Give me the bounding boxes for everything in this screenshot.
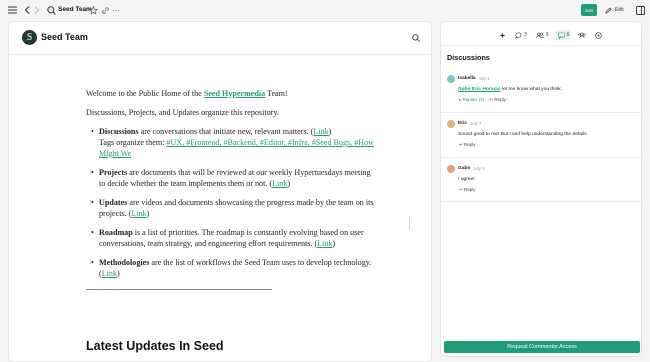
resize-handle[interactable] — [409, 216, 410, 230]
feed-button[interactable] — [593, 30, 604, 40]
search-icon[interactable] — [45, 4, 57, 16]
comment-divider — [441, 157, 641, 158]
subtitle-paragraph: Discussions, Projects, and Updates organ… — [86, 108, 279, 117]
group-icon — [578, 32, 587, 38]
reply-icon: ↩ — [489, 97, 494, 102]
comment-item: Eric July 7 Sound good to me! But I sed … — [447, 119, 637, 148]
intro-paragraph: Welcome to the Public Home of the Seed H… — [86, 89, 288, 98]
methodologies-link[interactable]: Link — [102, 269, 117, 278]
avatar[interactable] — [447, 119, 455, 128]
comment-author[interactable]: Eric — [458, 121, 467, 126]
discussions-stat[interactable]: 6 — [555, 30, 572, 40]
comment-body: Sound good to me! But I sed help underst… — [458, 132, 588, 137]
document-body: Welcome to the Public Home of the Seed H… — [86, 88, 376, 352]
chat-bubbles-icon — [595, 31, 602, 39]
comment-author[interactable]: Isabella — [458, 76, 476, 81]
reply-icon: ↩ — [459, 187, 463, 192]
comment-author[interactable]: Gabo — [458, 166, 470, 171]
comments-stat[interactable]: 3 — [513, 30, 529, 40]
comment-date: July 7 — [470, 121, 482, 126]
list-item-projects: Projects are documents that will be revi… — [91, 167, 376, 189]
comment-date: July 9 — [473, 166, 485, 171]
comment-body: Gabo Eric Horacio let me know what you t… — [458, 87, 563, 92]
panel-toggle-icon[interactable] — [634, 4, 646, 16]
projects-link[interactable]: Link — [272, 179, 287, 188]
header-divider — [9, 54, 431, 55]
reply-button[interactable]: ↩ Reply — [459, 187, 476, 193]
avatar[interactable] — [447, 164, 455, 173]
site-logo[interactable]: S — [22, 30, 37, 45]
pencil-icon — [605, 6, 612, 14]
sparkle-icon — [499, 31, 506, 39]
list-item-roadmap: Roadmap is a list of priorities. The roa… — [91, 227, 376, 249]
top-bar: Seed Team ··· Join Edit — [0, 0, 650, 20]
comment-item: Gabo July 9 I agree! ↩ Reply — [447, 164, 637, 193]
list-item-updates: Updates are videos and documents showcas… — [91, 197, 376, 219]
search-icon[interactable] — [412, 34, 420, 42]
site-name[interactable]: Seed Team — [41, 32, 88, 42]
section-list: Discussions are conversations that initi… — [91, 126, 376, 279]
request-commentor-access-button[interactable]: Request Commentor Access — [444, 341, 640, 353]
seed-hypermedia-link[interactable]: Seed Hypermedia — [204, 89, 265, 98]
star-icon[interactable] — [87, 4, 99, 16]
comment-icon — [515, 32, 522, 39]
reply-icon: ↩ — [459, 142, 463, 147]
sparkle-button[interactable] — [497, 30, 508, 40]
discussions-link[interactable]: Link — [313, 127, 328, 136]
discussion-icon — [557, 32, 565, 39]
discussions-title: Discussions — [447, 53, 490, 62]
reply-button[interactable]: ↩ Reply — [459, 142, 476, 148]
latest-updates-heading: Latest Updates In Seed — [86, 339, 224, 353]
panel-toolbar: 3 9 6 — [497, 29, 609, 41]
join-button[interactable]: Join — [581, 4, 597, 16]
users-icon — [535, 32, 544, 38]
comment-item: Isabella July 1 Gabo Eric Horacio let me… — [447, 74, 637, 103]
comment-date: July 1 — [478, 76, 490, 81]
forward-arrow-icon[interactable] — [31, 4, 43, 16]
people-button[interactable] — [576, 30, 588, 40]
discussions-panel: 3 9 6 Discussions Isabella July 1 Gabo E… — [440, 21, 642, 357]
reply-button[interactable]: ↩ Reply — [489, 97, 506, 103]
roadmap-link[interactable]: Link — [317, 239, 332, 248]
comment-body: I agree! — [458, 177, 475, 182]
mention-link[interactable]: Gabo Eric Horacio — [458, 87, 501, 92]
list-item-methodologies: Methodologies are the list of workflows … — [91, 257, 376, 279]
updates-link[interactable]: Link — [131, 209, 146, 218]
comment-divider — [441, 201, 641, 202]
edit-label: Edit — [615, 7, 624, 13]
panel-divider — [441, 45, 641, 46]
list-item-discussions: Discussions are conversations that initi… — [91, 126, 376, 159]
main-document-panel: S Seed Team Welcome to the Public Home o… — [8, 21, 432, 362]
section-divider — [86, 289, 272, 290]
edit-button[interactable]: Edit — [605, 4, 624, 16]
replies-toggle[interactable]: ▸ Replies (2) — [459, 97, 484, 103]
more-options-icon[interactable]: ··· — [110, 4, 122, 16]
comment-divider — [441, 112, 641, 113]
sidebar-toggle-icon[interactable] — [6, 4, 18, 16]
collaborators-stat[interactable]: 9 — [534, 30, 551, 40]
avatar[interactable] — [447, 74, 455, 83]
